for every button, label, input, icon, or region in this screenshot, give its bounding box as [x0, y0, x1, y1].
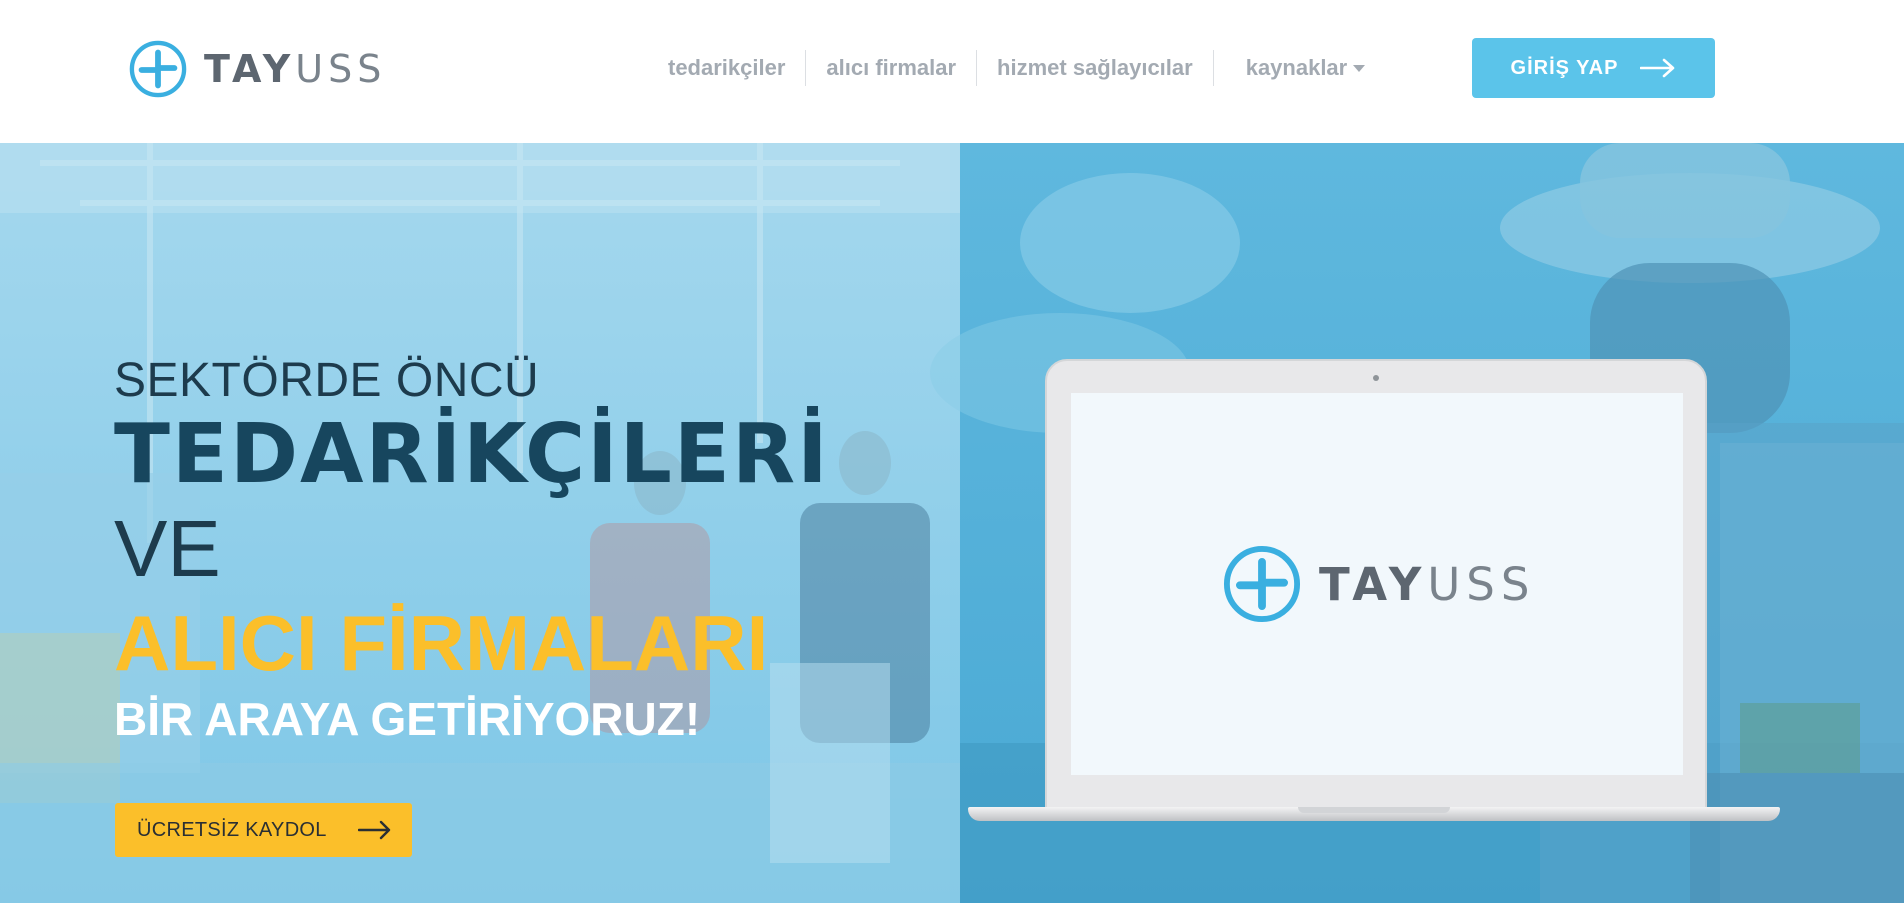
nav-item-resources-dropdown[interactable]: kaynaklar	[1214, 50, 1386, 86]
hero-line-leading: SEKTÖRDE ÖNCÜ	[114, 354, 540, 407]
laptop-screen-logo: TAYUSS	[1223, 545, 1535, 623]
screen-brand-name-bold: TAY	[1319, 557, 1428, 611]
hero-line-suppliers: TEDARİKÇİLERİ	[114, 407, 830, 502]
hero-line-and: VE	[114, 504, 221, 593]
tayuss-cross-logo-icon	[129, 40, 187, 98]
hero-section: SEKTÖRDE ÖNCÜ TEDARİKÇİLERİ VE ALICI FİR…	[0, 143, 1904, 903]
login-button[interactable]: GİRİŞ YAP	[1472, 38, 1715, 98]
laptop-screen: TAYUSS	[1071, 393, 1683, 775]
free-signup-button-label: ÜCRETSİZ KAYDOL	[137, 818, 327, 841]
nav-item-buyer-companies[interactable]: alıcı firmalar	[806, 50, 976, 86]
hero-headline: SEKTÖRDE ÖNCÜ TEDARİKÇİLERİ VE ALICI FİR…	[114, 353, 830, 749]
caret-down-icon	[1353, 64, 1366, 72]
screen-brand-name-light: USS	[1427, 557, 1536, 611]
brand-name-light: USS	[295, 47, 387, 91]
nav-item-resources-label: kaynaklar	[1245, 55, 1348, 80]
nav-item-suppliers[interactable]: tedarikçiler	[648, 50, 805, 86]
arrow-right-icon	[1640, 58, 1675, 78]
laptop-screen-wordmark: TAYUSS	[1319, 562, 1535, 607]
free-signup-button[interactable]: ÜCRETSİZ KAYDOL	[115, 803, 412, 857]
nav-item-service-providers[interactable]: hizmet sağlayıcılar	[977, 50, 1213, 86]
tayuss-cross-logo-icon	[1223, 545, 1301, 623]
brand-name-bold: TAY	[204, 47, 296, 91]
main-nav: tedarikçiler alıcı firmalar hizmet sağla…	[648, 50, 1385, 86]
laptop-mockup: TAYUSS	[968, 359, 1780, 823]
brand-logo[interactable]: TAYUSS	[129, 38, 386, 100]
hero-line-bringing-together: BİR ARAYA GETİRİYORUZ!	[114, 693, 701, 745]
login-button-label: GİRİŞ YAP	[1510, 56, 1619, 79]
laptop-lid: TAYUSS	[1045, 359, 1707, 813]
hero-line-buyers: ALICI FİRMALARI	[114, 599, 769, 687]
brand-wordmark: TAYUSS	[204, 50, 386, 88]
laptop-notch	[1298, 807, 1450, 813]
laptop-camera	[1373, 375, 1379, 381]
site-header: TAYUSS tedarikçiler alıcı firmalar hizme…	[0, 0, 1904, 143]
arrow-right-icon	[358, 820, 391, 840]
